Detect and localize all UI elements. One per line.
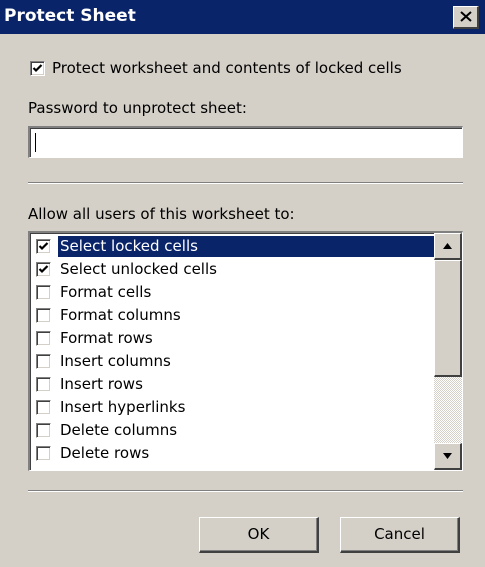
separator [28, 490, 463, 492]
list-item[interactable]: Format cells [32, 281, 434, 304]
protect-worksheet-label[interactable]: Protect worksheet and contents of locked… [52, 59, 402, 77]
close-icon [460, 11, 472, 22]
arrow-up-icon [443, 243, 452, 249]
checkmark-icon [32, 64, 43, 73]
scroll-thumb[interactable] [434, 260, 462, 377]
list-item[interactable]: Insert hyperlinks [32, 396, 434, 419]
list-item[interactable]: Format rows [32, 327, 434, 350]
list-item[interactable]: Select unlocked cells [32, 258, 434, 281]
password-field[interactable] [28, 126, 463, 158]
permission-checkbox[interactable] [36, 377, 51, 392]
checkmark-icon [38, 242, 49, 251]
permission-checkbox[interactable] [36, 423, 51, 438]
permission-checkbox[interactable] [36, 446, 51, 461]
list-item[interactable]: Insert columns [32, 350, 434, 373]
permission-label[interactable]: Insert hyperlinks [58, 397, 187, 418]
list-item[interactable]: Delete rows [32, 442, 434, 465]
permission-label[interactable]: Select unlocked cells [58, 259, 219, 280]
list-item[interactable]: Insert rows [32, 373, 434, 396]
arrow-down-icon [443, 453, 452, 459]
permission-checkbox[interactable] [36, 308, 51, 323]
close-button[interactable] [453, 6, 479, 29]
permission-label[interactable]: Insert columns [58, 351, 173, 372]
title-bar[interactable]: Protect Sheet [0, 0, 485, 34]
permission-checkbox[interactable] [36, 331, 51, 346]
scroll-down-button[interactable] [434, 443, 462, 470]
permission-label[interactable]: Insert rows [58, 374, 145, 395]
dialog-title: Protect Sheet [4, 6, 136, 26]
permission-checkbox[interactable] [36, 262, 51, 277]
protect-worksheet-checkbox[interactable] [30, 61, 45, 76]
permission-checkbox[interactable] [36, 285, 51, 300]
text-caret [35, 133, 36, 152]
permission-label[interactable]: Format columns [58, 305, 183, 326]
list-item[interactable]: Select locked cells [32, 235, 434, 258]
checkmark-icon [38, 265, 49, 274]
password-label: Password to unprotect sheet: [28, 99, 247, 117]
permission-checkbox[interactable] [36, 354, 51, 369]
protect-sheet-dialog: Protect Sheet Protect worksheet and cont… [0, 0, 485, 567]
permission-label[interactable]: Delete columns [58, 420, 179, 441]
allow-users-label: Allow all users of this worksheet to: [28, 205, 295, 223]
permission-label[interactable]: Format cells [58, 282, 153, 303]
permission-label[interactable]: Format rows [58, 328, 155, 349]
cancel-button[interactable]: Cancel [340, 517, 460, 553]
permissions-list: Select locked cells Select unlocked cells… [32, 235, 434, 465]
separator [28, 182, 463, 184]
list-item[interactable]: Delete columns [32, 419, 434, 442]
vertical-scrollbar[interactable] [434, 233, 462, 470]
permission-checkbox[interactable] [36, 400, 51, 415]
permission-checkbox[interactable] [36, 239, 51, 254]
permissions-listbox[interactable]: Select locked cells Select unlocked cells… [28, 231, 463, 471]
scroll-up-button[interactable] [434, 233, 462, 260]
permission-label[interactable]: Delete rows [58, 443, 151, 464]
permission-label[interactable]: Select locked cells [58, 236, 434, 257]
ok-button[interactable]: OK [199, 517, 319, 553]
list-item[interactable]: Format columns [32, 304, 434, 327]
